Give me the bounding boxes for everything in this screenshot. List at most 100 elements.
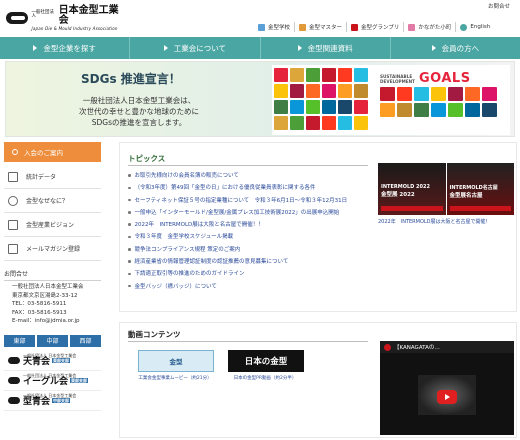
side-link-mailmag[interactable]: メールマガジン登録	[4, 237, 101, 261]
sdg-tile	[354, 116, 368, 130]
sdg-goal-tile	[380, 103, 395, 117]
logo-small-text: 一般社団法人	[31, 9, 54, 19]
util-komachi[interactable]: かながた小町	[408, 22, 457, 32]
channel-avatar-icon	[384, 343, 391, 351]
video-player[interactable]: 【KANAGATAの…	[380, 341, 514, 435]
sdg-tile	[322, 84, 336, 98]
vision-icon	[8, 219, 18, 230]
sdg-goal-tile	[448, 87, 463, 101]
sdg-goal-tile	[465, 87, 480, 101]
nav-find-company[interactable]: 金型企業を探す	[0, 37, 129, 59]
site-header: 一般社団法人 日本金型工業会 Japan Die & Mould Industr…	[0, 0, 520, 37]
tab-east[interactable]: 東部	[4, 334, 35, 347]
side-link-statistics[interactable]: 統計データ	[4, 165, 101, 189]
branch-logo-icon	[8, 396, 20, 404]
globe-icon	[460, 23, 468, 31]
topic-item[interactable]: 一般申込「インターモールド/金型展/金属プレス加工技術展2022」の出展申込開始	[128, 207, 378, 219]
left-sidebar: 入会のご案内 統計データ 金型なぜなに？ 金型産業ビジョン メールマガジン登録 …	[4, 142, 101, 411]
player-title-bar: 【KANAGATAの…	[380, 341, 514, 353]
topic-item[interactable]: セーフティネット保証５号の指定業種について 令和３年6月1日～令和３年12月31…	[128, 195, 378, 207]
branch-tenseikai[interactable]: 一般社団法人 日本金型工業会 天青会 東部支部	[4, 351, 101, 371]
sdg-tile	[290, 100, 304, 114]
video-thumb-nihon-no-kanagata[interactable]: 日本の金型	[228, 350, 304, 372]
sdg-tile	[338, 68, 352, 82]
sdg-tile	[274, 84, 288, 98]
sdg-goal-tile	[482, 103, 497, 117]
nav-members[interactable]: 会員の方へ	[389, 37, 520, 59]
intermold-caption[interactable]: 2022年 INTERMOLD展は大阪と名古屋で開催！	[378, 219, 514, 226]
logo-main-text: 日本金型工業会	[58, 4, 119, 26]
sdg-goal-tile	[431, 87, 446, 101]
util-english[interactable]: English	[460, 22, 494, 32]
sdg-tile	[354, 100, 368, 114]
util-school[interactable]: 金型学校	[258, 22, 296, 32]
chevron-right-icon	[33, 45, 38, 51]
chevron-right-icon	[163, 45, 168, 51]
komachi-icon	[408, 23, 416, 31]
question-icon	[8, 195, 18, 206]
utility-nav: 金型学校 金型マスター 金型グランプリ かながた小町 English	[258, 22, 494, 32]
sdg-goal-tile	[380, 87, 395, 101]
sdg-goal-tile	[414, 87, 429, 101]
school-icon	[258, 23, 265, 31]
sdg-panel: SUSTAINABLE DEVELOPMENT GOALS	[272, 65, 510, 135]
topic-item[interactable]: 金型バッジ（襟バッジ）について	[128, 281, 378, 293]
sdg-goal-tile	[397, 103, 412, 117]
topic-item[interactable]: お取引先様向けの会員名簿の販売について	[128, 170, 378, 182]
master-icon	[299, 23, 307, 31]
topic-item[interactable]: 2022年 INTERMOLD展は大阪と名古屋で開催！！	[128, 219, 378, 231]
intermold-banner[interactable]: INTERMOLD 2022 金型展 2022 INTERMOLD名古屋 金型展…	[378, 163, 514, 215]
sdg-tile	[306, 100, 320, 114]
sdg-tile	[338, 116, 352, 130]
topics-section: トピックス お取引先様向けの会員名簿の販売について （令和3年度）第49回「金型…	[119, 142, 517, 312]
tab-central[interactable]: 中部	[37, 334, 68, 347]
side-link-faq[interactable]: 金型なぜなに？	[4, 189, 101, 213]
util-grandprix[interactable]: 金型グランプリ	[351, 22, 405, 32]
branch-kataseikai[interactable]: 一般社団法人 日本金型工業会 型青会 中部支部	[4, 391, 101, 411]
chevron-right-icon	[297, 45, 302, 51]
topic-item[interactable]: 令和３年度 金型学校スケジュール掲載	[128, 231, 378, 243]
sdg-tile	[306, 68, 320, 82]
side-link-vision[interactable]: 金型産業ビジョン	[4, 213, 101, 237]
topics-list: お取引先様向けの会員名簿の販売について （令和3年度）第49回「金型の日」におけ…	[128, 170, 378, 293]
topic-item[interactable]: 経済産業省の情報管理認証制度の認証推薦の意見募集について	[128, 256, 378, 268]
tab-west[interactable]: 西部	[70, 334, 101, 347]
chevron-right-icon	[431, 45, 436, 51]
site-logo[interactable]: 一般社団法人 日本金型工業会 Japan Die & Mould Industr…	[6, 4, 124, 31]
sdg-goal-tile	[397, 87, 412, 101]
circle-arrow-icon	[12, 149, 18, 155]
sdg-tile	[354, 84, 368, 98]
branch-eaglekai[interactable]: 一般社団法人 日本金型工業会 イーグル会 東部支部	[4, 371, 101, 391]
inquiry-link[interactable]: お問合せ	[488, 2, 510, 10]
sdg-icon-grid	[274, 68, 368, 130]
sdg-tile	[290, 116, 304, 130]
video-caption[interactable]: 工業会金型事業ムービー（約21分）	[132, 375, 218, 381]
video-section: 動画コンテンツ 金型 工業会金型事業ムービー（約21分） 日本の金型 日本の金型…	[119, 322, 517, 438]
branch-logo-icon	[8, 376, 20, 384]
intermold-nagoya-panel: INTERMOLD名古屋 金型展名古屋	[446, 163, 514, 215]
sdg-goal-tile	[448, 103, 463, 117]
topics-heading: トピックス	[128, 153, 368, 166]
topic-item[interactable]: 下請適正取引等の推進のためのガイドライン	[128, 268, 378, 280]
sdg-tile	[274, 116, 288, 130]
sdgs-hero-banner[interactable]: SDGs 推進宣言！ 一般社団法人日本金型工業会は、 次世代の幸せと豊かな地球の…	[5, 61, 515, 137]
intermold-osaka-panel: INTERMOLD 2022 金型展 2022	[378, 163, 446, 215]
topic-item[interactable]: 競争法コンプライアンス規程 策定のご案内	[128, 244, 378, 256]
branch-list: 一般社団法人 日本金型工業会 天青会 東部支部 一般社団法人 日本金型工業会 イー…	[4, 351, 101, 411]
util-master[interactable]: 金型マスター	[299, 22, 348, 32]
join-button[interactable]: 入会のご案内	[4, 142, 101, 162]
video-caption[interactable]: 日本の金型PR動画（約2分半）	[222, 375, 308, 381]
logo-sub-text: Japan Die & Mould Industry Association	[31, 25, 118, 31]
sdg-tile	[354, 68, 368, 82]
branch-logo-icon	[8, 356, 20, 364]
sdg-goal-tile	[465, 103, 480, 117]
video-thumb-kanagata[interactable]: 金型	[138, 350, 214, 372]
sdg-tile	[322, 68, 336, 82]
trophy-icon	[351, 23, 359, 31]
nav-about[interactable]: 工業会について	[129, 37, 259, 59]
topic-item[interactable]: （令和3年度）第49回「金型の日」における優良従業員表彰に関する各件	[128, 182, 378, 194]
play-icon[interactable]	[437, 390, 457, 404]
sdg-logo: SUSTAINABLE DEVELOPMENT GOALS	[380, 71, 471, 86]
nav-materials[interactable]: 金型関連資料	[259, 37, 390, 59]
region-tabs: 東部 中部 西部	[4, 334, 101, 347]
